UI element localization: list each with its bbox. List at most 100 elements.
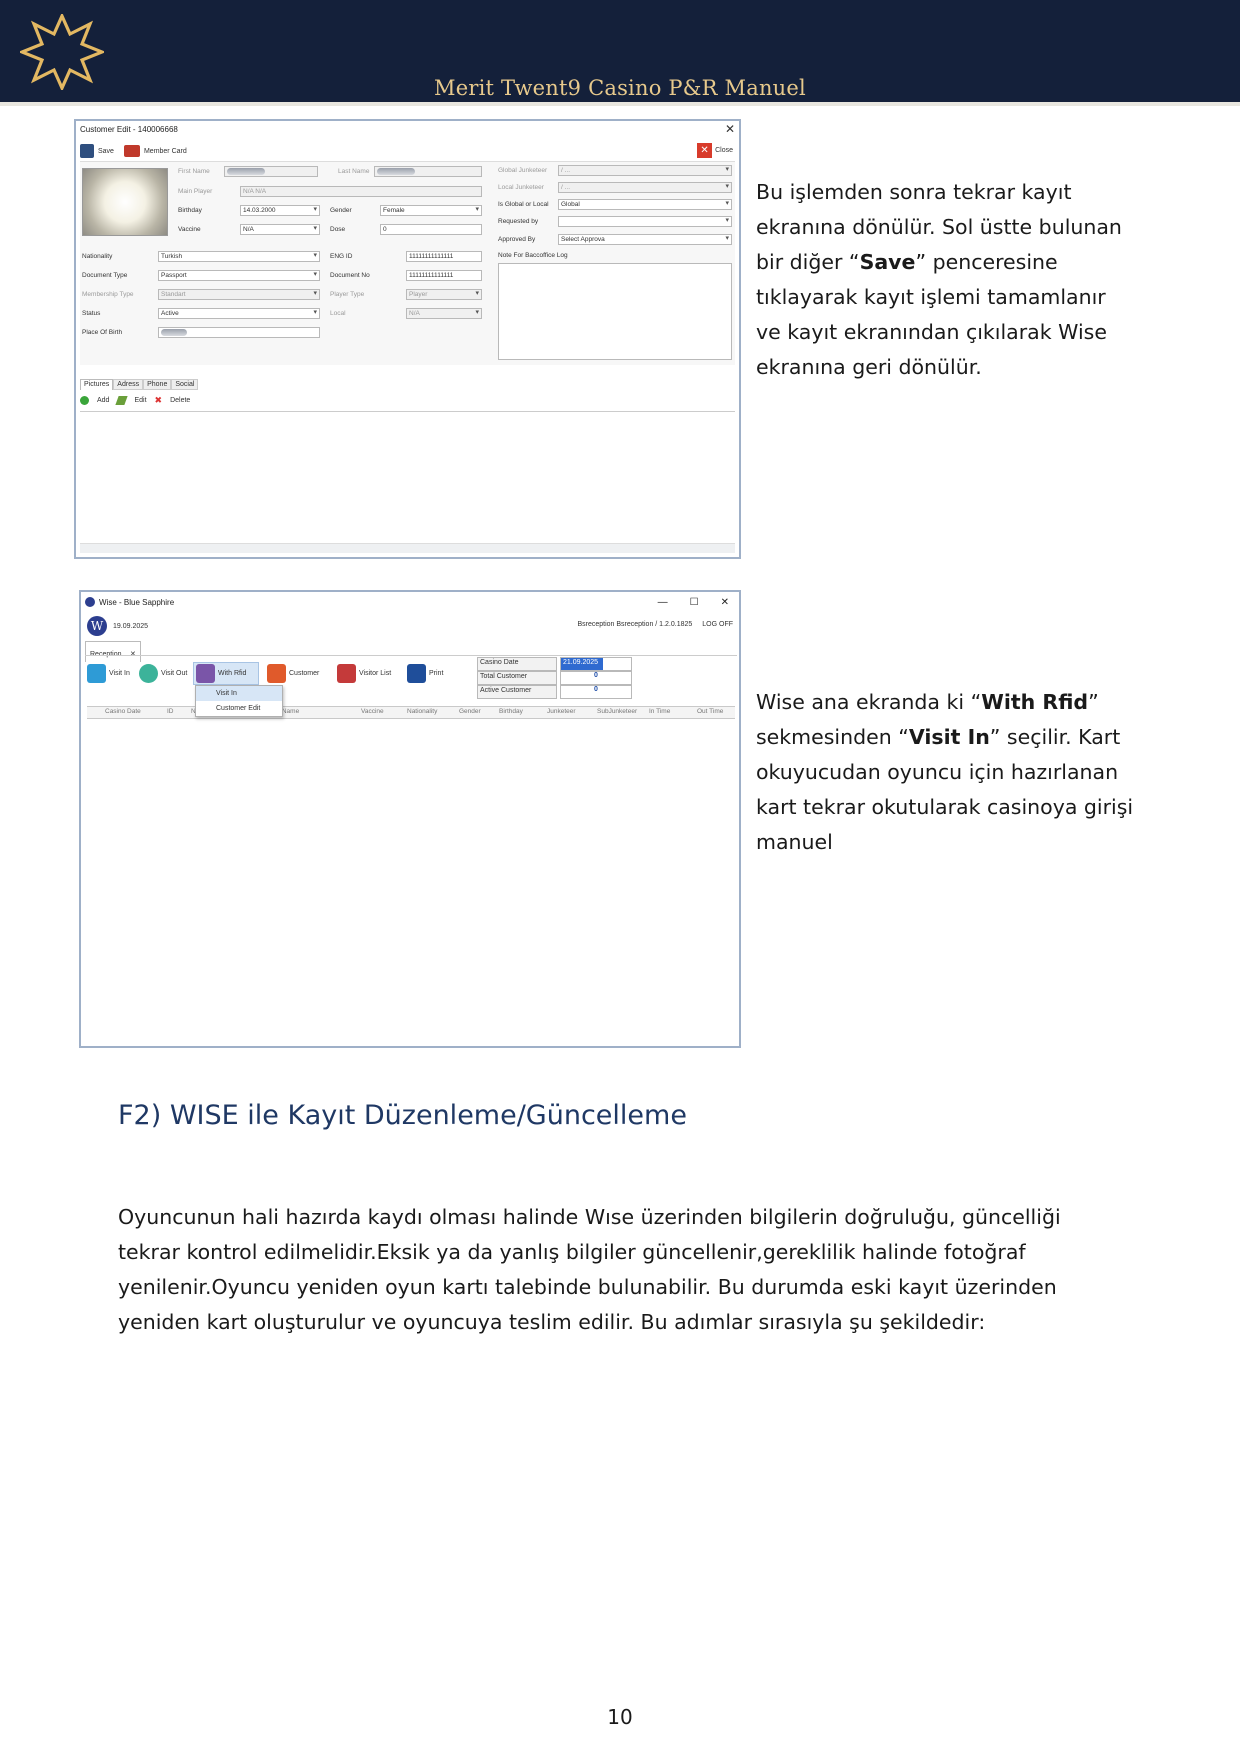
member-card-button[interactable]: Member Card xyxy=(144,148,187,155)
close-group: ✕ Close xyxy=(697,143,733,158)
customer-button[interactable]: Customer xyxy=(289,670,319,677)
column-header[interactable]: In Time xyxy=(649,708,670,715)
close-button[interactable]: Close xyxy=(715,147,733,154)
app-header: W 19.09.2025 xyxy=(87,616,148,636)
current-date: 19.09.2025 xyxy=(113,622,149,630)
window-titlebar: Customer Edit - 140006668 ✕ xyxy=(76,121,739,137)
visit-in-icon[interactable] xyxy=(87,664,106,683)
local-select[interactable]: N/A xyxy=(406,308,482,319)
local-junketeer-field[interactable]: / ... xyxy=(558,182,732,193)
vaccine-label: Vaccine xyxy=(178,226,201,233)
menu-item-visit-in[interactable]: Visit In xyxy=(196,686,282,701)
player-type-select[interactable]: Player xyxy=(406,289,482,300)
tab-phone[interactable]: Phone xyxy=(143,379,172,390)
wise-app-icon xyxy=(85,597,95,607)
tab-pictures[interactable]: Pictures xyxy=(80,379,114,390)
tab-divider xyxy=(85,655,737,656)
local-junketeer-label: Local Junketeer xyxy=(498,184,544,191)
logoff-button[interactable]: LOG OFF xyxy=(702,621,733,628)
customer-grid[interactable] xyxy=(87,720,735,1044)
requested-by-select[interactable] xyxy=(558,216,732,227)
global-junketeer-field[interactable]: / ... xyxy=(558,165,732,176)
edit-button[interactable]: Edit xyxy=(134,397,146,404)
column-header[interactable]: Birthday xyxy=(499,708,523,715)
page-header: Merit Twent9 Casino P&R Manuel xyxy=(0,0,1240,106)
membership-type-label: Membership Type xyxy=(82,291,134,298)
tab-adress[interactable]: Adress xyxy=(113,379,144,390)
column-header[interactable]: ID xyxy=(167,708,174,715)
column-header[interactable]: Vaccine xyxy=(361,708,384,715)
save-instruction-paragraph: Bu işlemden sonra tekrar kayıt ekranına … xyxy=(756,175,1136,385)
visit-out-button[interactable]: Visit Out xyxy=(161,670,187,677)
close-icon[interactable]: ✕ xyxy=(721,597,729,608)
save-button[interactable]: Save xyxy=(98,148,114,155)
wordpress-logo-icon: W xyxy=(87,616,107,636)
first-name-field[interactable] xyxy=(224,166,318,177)
status-select[interactable]: Active xyxy=(158,308,320,319)
column-header[interactable]: Nationality xyxy=(407,708,437,715)
column-header[interactable]: Out Time xyxy=(697,708,723,715)
column-header[interactable]: Casino Date xyxy=(105,708,141,715)
member-card-icon xyxy=(123,145,140,157)
document-no-field[interactable]: 11111111111111 xyxy=(406,270,482,281)
approved-by-select[interactable]: Select Approva xyxy=(558,234,732,245)
last-name-field[interactable] xyxy=(374,166,482,177)
casino-date-field[interactable]: 21.09.2025 xyxy=(560,657,632,671)
column-header[interactable]: Gender xyxy=(459,708,481,715)
visit-out-icon[interactable] xyxy=(139,664,158,683)
column-header[interactable]: Junketeer xyxy=(547,708,576,715)
with-rfid-emphasis: With Rfid xyxy=(981,690,1089,714)
document-type-select[interactable]: Passport xyxy=(158,270,320,281)
visitor-list-button[interactable]: Visitor List xyxy=(359,670,391,677)
place-of-birth-label: Place Of Birth xyxy=(82,329,123,336)
main-player-label: Main Player xyxy=(178,188,213,195)
delete-button[interactable]: Delete xyxy=(170,397,190,404)
active-customer-label: Active Customer xyxy=(477,685,557,699)
gender-label: Gender xyxy=(330,207,352,214)
redacted-mark xyxy=(227,168,265,175)
membership-type-select[interactable]: Standart xyxy=(158,289,320,300)
global-or-local-select[interactable]: Global xyxy=(558,199,732,210)
redacted-mark xyxy=(161,329,187,336)
dose-label: Dose xyxy=(330,226,346,233)
save-icon xyxy=(80,144,94,158)
dose-field[interactable]: 0 xyxy=(380,224,482,235)
gender-select[interactable]: Female xyxy=(380,205,482,216)
customer-icon[interactable] xyxy=(267,664,286,683)
document-type-label: Document Type xyxy=(82,272,128,279)
with-rfid-button[interactable]: With Rfid xyxy=(193,662,259,685)
vaccine-select[interactable]: N/A xyxy=(240,224,320,235)
nationality-select[interactable]: Turkish xyxy=(158,251,320,262)
with-rfid-dropdown: Visit In Customer Edit xyxy=(195,685,283,717)
customer-photo xyxy=(82,168,168,236)
add-button[interactable]: Add xyxy=(97,397,109,404)
birthday-field[interactable]: 14.03.2000 xyxy=(240,205,320,216)
note-textarea[interactable] xyxy=(498,263,732,360)
print-button[interactable]: Print xyxy=(429,670,443,677)
tab-social[interactable]: Social xyxy=(171,379,199,390)
users-icon xyxy=(196,664,215,683)
last-name-label: Last Name xyxy=(338,168,370,175)
section-body: Oyuncunun hali hazırda kaydı olması hali… xyxy=(118,1205,1061,1334)
window-title: Wise - Blue Sapphire xyxy=(99,597,175,607)
horizontal-scrollbar[interactable] xyxy=(80,543,735,553)
menu-item-customer-edit[interactable]: Customer Edit xyxy=(196,701,282,716)
window-titlebar: Wise - Blue Sapphire — ☐ ✕ xyxy=(81,592,739,612)
column-header[interactable]: SubJunketeer xyxy=(597,708,637,715)
visit-in-button[interactable]: Visit In xyxy=(109,670,130,677)
main-player-field[interactable]: N/A N/A xyxy=(240,186,482,197)
active-customer-value: 0 xyxy=(560,685,632,699)
place-of-birth-field[interactable] xyxy=(158,327,320,338)
close-x-icon[interactable]: ✕ xyxy=(697,143,713,158)
document-no-label: Document No xyxy=(330,272,370,279)
maximize-icon[interactable]: ☐ xyxy=(690,597,699,608)
print-icon[interactable] xyxy=(407,664,426,683)
nationality-label: Nationality xyxy=(82,253,113,260)
casino-date-label: Casino Date xyxy=(477,657,557,671)
tab-reception[interactable]: Reception ✕ xyxy=(85,641,141,662)
eng-id-field[interactable]: 11111111111111 xyxy=(406,251,482,262)
close-icon[interactable]: ✕ xyxy=(725,122,735,136)
minimize-icon[interactable]: — xyxy=(658,597,668,608)
total-customer-value: 0 xyxy=(560,671,632,685)
visitor-list-icon[interactable] xyxy=(337,664,356,683)
